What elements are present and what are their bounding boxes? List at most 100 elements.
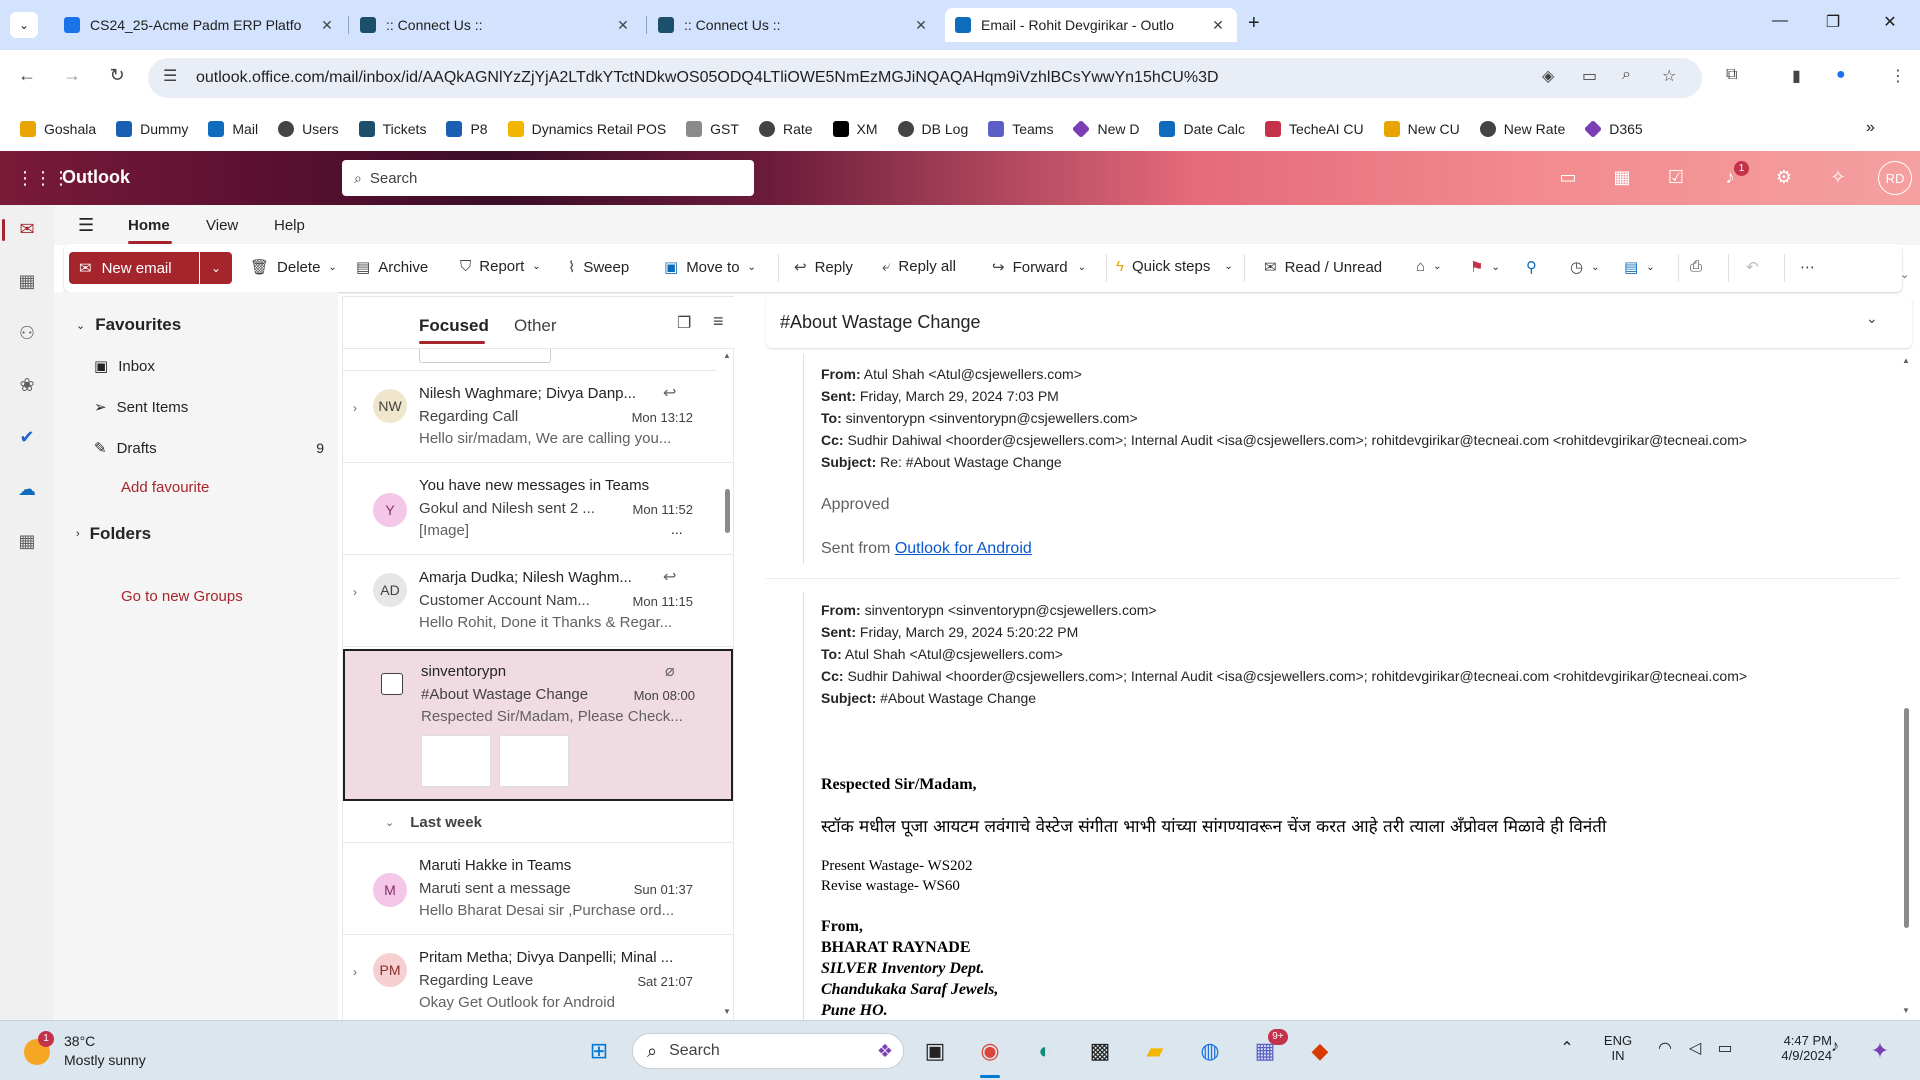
weather-widget[interactable]: 1 38°C Mostly sunny [24,1031,184,1071]
more-options-button[interactable]: ⋯ [1800,258,1823,276]
folder-drafts[interactable]: ✎ Drafts 9 [94,439,324,458]
restore-icon[interactable]: ❐ [1823,12,1843,32]
tab-other[interactable]: Other [514,316,557,336]
office-icon[interactable]: ◆ [1305,1038,1335,1064]
more-apps-icon[interactable]: ▦ [15,531,39,552]
mail-icon[interactable]: ✉ [15,219,39,240]
undo-button[interactable]: ↶ [1746,258,1767,276]
profile-icon[interactable]: ● [1836,66,1846,84]
copilot-icon[interactable]: ✦ [1865,1038,1895,1064]
folder-sent-items[interactable]: ➢ Sent Items [94,398,188,417]
address-bar[interactable]: outlook.office.com/mail/inbox/id/AAQkAGN… [148,58,1702,98]
categorize-button[interactable]: ⌂ ⌄ [1416,258,1441,275]
vnc-icon[interactable]: ▩ [1085,1038,1115,1064]
notification-icon[interactable]: ♪ [1820,1038,1850,1056]
attachment-thumbnail[interactable] [499,735,569,787]
list-item[interactable]: M Maruti Hakke in Teams Maruti sent a me… [343,843,733,935]
bookmark-techeai-cu[interactable]: TecheAI CU [1264,121,1364,137]
groups-icon[interactable]: ❀ [15,375,39,396]
scroll-down-icon[interactable]: ▼ [1902,1006,1910,1015]
new-email-button[interactable]: ✉ New email [69,252,199,284]
snooze-button[interactable]: ◷ ⌄ [1570,258,1599,276]
task-view-icon[interactable]: ▣ [920,1038,950,1064]
taskbar-search[interactable]: ⌕ Search ❖ [632,1033,904,1069]
list-item[interactable]: › NW Nilesh Waghmare; Divya Danp... ↩ Re… [343,371,733,463]
close-tab-icon[interactable]: ✕ [1209,17,1227,34]
bookmark-goshala[interactable]: Goshala [20,121,96,137]
scrollbar-thumb[interactable] [1904,708,1909,928]
forward-icon[interactable]: → [60,65,84,86]
scroll-up-icon[interactable]: ▲ [1902,356,1910,365]
bookmark-gst[interactable]: GST [686,121,739,137]
install-app-icon[interactable]: ▭ [1582,66,1597,86]
scroll-up-icon[interactable]: ▲ [723,351,731,360]
my-day-icon[interactable]: ☑ [1664,167,1688,188]
bookmark-dummy[interactable]: Dummy [116,121,188,137]
hamburger-menu-icon[interactable]: ☰ [78,215,94,236]
search-box[interactable]: ⌕ Search [342,160,754,196]
browser-tab-connect-us-2[interactable]: :: Connect Us :: ✕ [648,8,940,42]
people-icon[interactable]: ⚇ [15,323,39,344]
new-groups-link[interactable]: Go to new Groups [121,588,243,605]
side-panel-icon[interactable]: ▮ [1792,66,1801,86]
close-tab-icon[interactable]: ✕ [318,17,336,34]
bookmark-new-cu[interactable]: New CU [1383,121,1460,137]
bookmark-d365[interactable]: D365 [1584,119,1643,139]
new-email-dropdown-icon[interactable]: ⌄ [200,252,232,284]
bookmark-dynamics-retail-pos[interactable]: Dynamics Retail POS [507,121,666,137]
scrollbar-thumb[interactable] [725,489,730,533]
tab-view[interactable]: View [206,217,238,234]
select-mode-icon[interactable]: ❐ [677,313,691,333]
start-icon[interactable]: ⊞ [584,1038,614,1064]
attachment-thumbnail[interactable] [421,735,491,787]
list-item[interactable]: Y You have new messages in Teams Gokul a… [343,463,733,555]
back-icon[interactable]: ← [15,65,39,86]
bookmark-users[interactable]: Users [278,121,339,137]
close-tab-icon[interactable]: ✕ [614,17,632,34]
site-info-icon[interactable]: ☰ [163,66,177,86]
bookmark-p8[interactable]: P8 [446,121,488,137]
chevron-right-icon[interactable]: › [353,401,357,415]
report-button[interactable]: ⛉ Report ⌄ [460,258,541,275]
tab-home[interactable]: Home [128,217,170,234]
show-hidden-icons[interactable]: ⌃ [1552,1038,1582,1058]
user-avatar[interactable]: RD [1878,161,1912,195]
meet-now-icon[interactable]: ▭ [1556,167,1580,188]
add-favourite-link[interactable]: Add favourite [121,479,209,496]
move-to-button[interactable]: ▣ Move to ⌄ [664,258,756,277]
delete-button[interactable]: 🗑 Delete ⌄ [250,258,337,277]
ribbon-expand-icon[interactable]: ⌄ [1900,268,1909,281]
tab-help[interactable]: Help [274,217,305,234]
list-item-selected[interactable]: sinventorypn ⌀ #About Wastage Change Mon… [343,649,733,801]
rules-button[interactable]: ▤ ⌄ [1624,258,1655,276]
list-item[interactable]: › PM Pritam Metha; Divya Danpelli; Minal… [343,935,733,1021]
list-item[interactable]: › AD Amarja Dudka; Nilesh Waghm... ↩ Cus… [343,555,733,647]
wifi-icon[interactable]: ◠ [1650,1038,1680,1058]
app-title[interactable]: Outlook [62,167,130,188]
tips-lightbulb-icon[interactable]: ✧ [1826,167,1850,188]
bookmark-new-rate[interactable]: New Rate [1479,121,1565,137]
chevron-right-icon[interactable]: › [353,965,357,979]
forward-button[interactable]: ↪ Forward ⌄ [992,258,1086,277]
zoom-icon[interactable]: ⌕ [1622,66,1631,84]
close-window-icon[interactable]: ✕ [1880,12,1900,32]
favourites-header[interactable]: ⌄ Favourites [76,315,181,335]
bookmark-tickets[interactable]: Tickets [358,121,426,137]
extensions-puzzle-icon[interactable]: ⧉ [1726,66,1737,84]
tab-search-button[interactable]: ⌄ [10,12,38,38]
folders-header[interactable]: › Folders [76,524,151,544]
select-checkbox[interactable] [381,673,403,695]
bookmark-star-icon[interactable]: ☆ [1662,66,1676,86]
bookmark-date-calc[interactable]: Date Calc [1159,121,1245,137]
reply-button[interactable]: ↩ Reply [794,258,853,277]
volume-icon[interactable]: ◁ [1680,1038,1710,1058]
file-explorer-icon[interactable]: ▰ [1140,1038,1170,1064]
archive-button[interactable]: ▤ Archive [356,258,428,277]
browser-tab-erp[interactable]: CS24_25-Acme Padm ERP Platfo ✕ [54,8,346,42]
bookmark-new-d[interactable]: New D [1072,119,1139,139]
outlook-android-link[interactable]: Outlook for Android [895,540,1032,557]
battery-icon[interactable]: ▭ [1710,1038,1740,1058]
flag-button[interactable]: ⚑ ⌄ [1470,258,1500,276]
onenote-icon[interactable]: ▦ [1610,167,1634,188]
minimize-icon[interactable]: — [1770,12,1790,30]
